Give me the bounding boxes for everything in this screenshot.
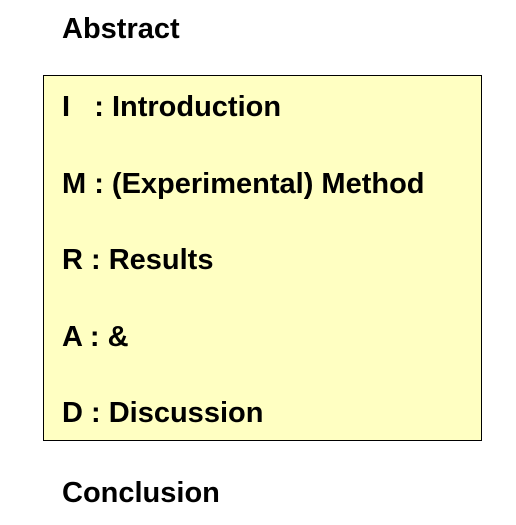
- imrad-row-results: R : Results: [62, 244, 214, 276]
- imrad-structure-box: I : Introduction M : (Experimental) Meth…: [43, 75, 482, 441]
- imrad-row-method: M : (Experimental) Method: [62, 168, 425, 200]
- imrad-row-introduction: I : Introduction: [62, 91, 282, 123]
- imrad-row-and: A : &: [62, 321, 129, 353]
- abstract-heading: Abstract: [62, 13, 180, 45]
- imrad-row-discussion: D : Discussion: [62, 397, 264, 429]
- conclusion-heading: Conclusion: [62, 477, 220, 509]
